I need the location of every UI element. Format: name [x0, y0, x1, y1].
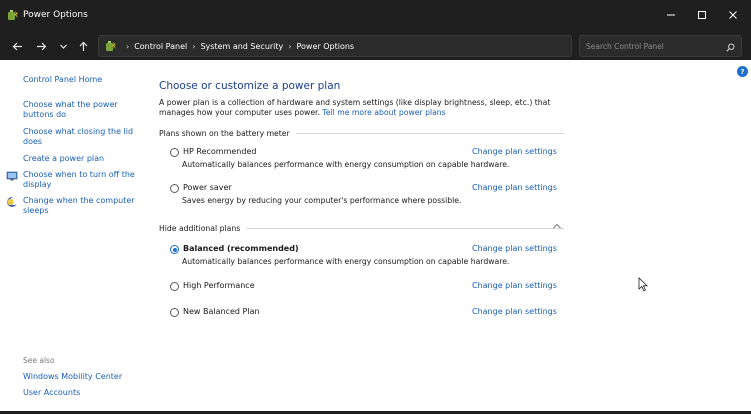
monitor-icon: [6, 171, 18, 181]
back-button[interactable]: [8, 37, 26, 55]
maximize-button[interactable]: [688, 5, 716, 25]
minimize-button[interactable]: [657, 5, 685, 25]
arrow-left-icon: [12, 42, 22, 50]
chevron-down-icon: [59, 44, 67, 49]
change-plan-settings-link[interactable]: Change plan settings: [472, 307, 557, 316]
plan-radio[interactable]: [170, 148, 179, 157]
sidebar-link-power-buttons[interactable]: Choose what the power buttons do: [23, 100, 141, 120]
address-bar: › Control Panel › System and Security › …: [0, 32, 751, 60]
change-plan-settings-link[interactable]: Change plan settings: [472, 147, 557, 156]
plan-description: Automatically balances performance with …: [182, 257, 510, 266]
breadcrumb-control-panel[interactable]: Control Panel: [134, 42, 187, 51]
recent-locations-button[interactable]: [54, 37, 72, 55]
chevron-right-icon: ›: [126, 42, 130, 51]
chevron-up-icon[interactable]: [552, 222, 562, 230]
title-bar: Power Options: [0, 0, 751, 32]
plan-name[interactable]: HP Recommended: [183, 147, 256, 156]
additional-plans-section[interactable]: Hide additional plans: [159, 224, 564, 233]
arrow-right-icon: [36, 42, 46, 50]
question-mark-icon: ?: [740, 67, 745, 76]
search-button[interactable]: [723, 40, 737, 54]
sidebar-link-computer-sleeps[interactable]: Change when the computer sleeps: [23, 196, 141, 216]
battery-meter-section: Plans shown on the battery meter: [159, 129, 564, 138]
address-path[interactable]: › Control Panel › System and Security › …: [98, 35, 662, 57]
moon-icon: [7, 197, 18, 207]
plan-name[interactable]: Balanced (recommended): [183, 244, 299, 253]
user-accounts-link[interactable]: User Accounts: [23, 388, 80, 397]
section-divider: [295, 133, 564, 134]
search-icon: [725, 43, 735, 52]
tell-me-more-link[interactable]: Tell me more about power plans: [322, 108, 445, 117]
side-pane: Control Panel Home Choose what the power…: [0, 60, 148, 414]
minimize-icon: [667, 14, 675, 16]
search-box[interactable]: [579, 35, 742, 57]
window-title: Power Options: [23, 10, 88, 20]
see-also-heading: See also: [23, 356, 55, 365]
battery-meter-heading: Plans shown on the battery meter: [159, 129, 290, 138]
breadcrumb: › Control Panel › System and Security › …: [121, 42, 354, 51]
up-button[interactable]: [74, 37, 92, 55]
intro-text: A power plan is a collection of hardware…: [159, 98, 579, 118]
breadcrumb-power-options[interactable]: Power Options: [296, 42, 354, 51]
change-plan-settings-link[interactable]: Change plan settings: [472, 244, 557, 253]
change-plan-settings-link[interactable]: Change plan settings: [472, 183, 557, 192]
plan-description: Saves energy by reducing your computer's…: [182, 196, 462, 205]
forward-button[interactable]: [32, 37, 50, 55]
plan-name[interactable]: Power saver: [183, 183, 232, 192]
breadcrumb-system-and-security[interactable]: System and Security: [200, 42, 283, 51]
help-button[interactable]: ?: [737, 66, 748, 77]
close-icon: [729, 11, 737, 19]
plan-radio[interactable]: [170, 282, 179, 291]
maximize-icon: [698, 11, 706, 19]
windows-mobility-center-link[interactable]: Windows Mobility Center: [23, 372, 122, 381]
sidebar-link-turn-off-display[interactable]: Choose when to turn off the display: [23, 170, 141, 190]
page-title: Choose or customize a power plan: [159, 80, 341, 92]
plan-radio[interactable]: [170, 184, 179, 193]
sidebar-link-closing-lid[interactable]: Choose what closing the lid does: [23, 127, 141, 147]
chevron-right-icon: ›: [288, 42, 292, 51]
section-divider: [246, 228, 564, 229]
main-content: ? Choose or customize a power plan A pow…: [148, 60, 751, 414]
arrow-up-icon: [79, 41, 87, 51]
search-input[interactable]: [586, 40, 716, 53]
plan-radio-selected[interactable]: [170, 245, 179, 254]
change-plan-settings-link[interactable]: Change plan settings: [472, 281, 557, 290]
plan-radio[interactable]: [170, 308, 179, 317]
hide-additional-plans-heading[interactable]: Hide additional plans: [159, 224, 240, 233]
close-button[interactable]: [719, 5, 747, 25]
chevron-right-icon: ›: [192, 42, 196, 51]
power-options-icon: [8, 10, 18, 20]
plan-description: Automatically balances performance with …: [182, 160, 510, 169]
mouse-pointer-icon: [638, 277, 648, 292]
power-options-icon: [106, 41, 116, 51]
control-panel-home-link[interactable]: Control Panel Home: [23, 75, 102, 84]
sidebar-link-create-plan[interactable]: Create a power plan: [23, 154, 141, 164]
plan-name[interactable]: New Balanced Plan: [183, 307, 260, 316]
plan-name[interactable]: High Performance: [183, 281, 255, 290]
